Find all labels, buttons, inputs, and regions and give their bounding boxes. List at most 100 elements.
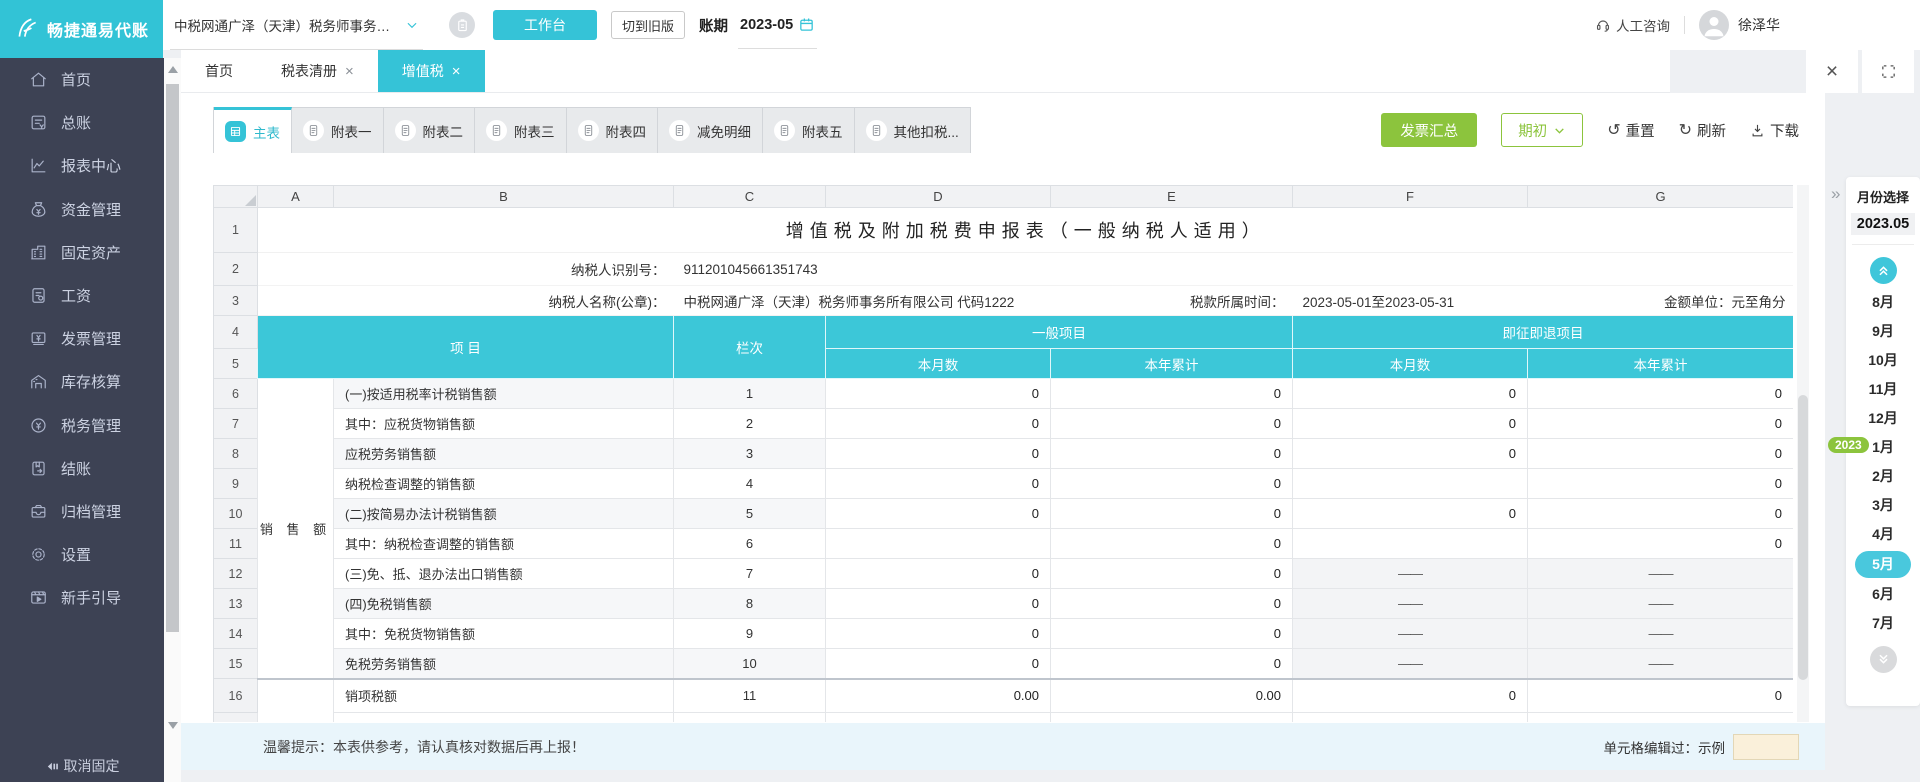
- group-label-sales[interactable]: 销 售 额: [257, 378, 334, 679]
- column-no-cell[interactable]: 1: [673, 378, 826, 409]
- item-cell[interactable]: (三)免、抵、退办法出口销售额: [333, 558, 674, 589]
- app-logo[interactable]: 畅捷通易代账: [0, 0, 163, 58]
- tab-home[interactable]: 首页: [181, 50, 257, 92]
- column-header-D[interactable]: D: [825, 185, 1051, 208]
- value-cell[interactable]: 0: [825, 468, 1051, 499]
- sidebar-item-home[interactable]: 首页: [0, 58, 164, 101]
- calendar-icon[interactable]: [798, 16, 815, 33]
- sheet-tab-0[interactable]: 主表: [214, 107, 292, 153]
- column-header-F[interactable]: F: [1292, 185, 1528, 208]
- avatar[interactable]: [1699, 10, 1729, 40]
- row-number[interactable]: 2: [213, 252, 258, 286]
- month-item-7月[interactable]: 7月: [1846, 609, 1920, 638]
- refresh-button[interactable]: ↻ 刷新: [1679, 120, 1726, 141]
- taxpayer-name[interactable]: 中税网通广泽（天津）税务师事务所有限公司 代码1222: [673, 285, 1051, 316]
- reset-button[interactable]: ↺ 重置: [1607, 120, 1654, 141]
- sidebar-item-guide[interactable]: 新手引导: [0, 576, 164, 619]
- column-no-cell[interactable]: 7: [673, 558, 826, 589]
- sidebar-item-reports[interactable]: 报表中心: [0, 144, 164, 187]
- header-column-no[interactable]: 栏次: [673, 315, 826, 379]
- sidebar-scrollbar[interactable]: [164, 58, 181, 782]
- months-scroll-up-button[interactable]: [1869, 257, 1897, 284]
- taxpayer-id-label[interactable]: 纳税人识别号：: [333, 252, 674, 286]
- item-cell[interactable]: 其中：应税货物销售额: [333, 408, 674, 439]
- row-number[interactable]: 3: [213, 285, 258, 316]
- value-cell[interactable]: ——: [1292, 588, 1528, 619]
- month-item-6月[interactable]: 6月: [1846, 580, 1920, 609]
- current-period[interactable]: 2023.05: [1851, 213, 1915, 235]
- column-no-cell[interactable]: 5: [673, 498, 826, 529]
- value-cell[interactable]: ——: [1527, 618, 1793, 649]
- value-cell[interactable]: ——: [1292, 618, 1528, 649]
- value-cell[interactable]: 0: [1292, 408, 1528, 439]
- item-cell[interactable]: 免税劳务销售额: [333, 648, 674, 679]
- item-cell[interactable]: 销项税额: [333, 677, 674, 713]
- value-cell[interactable]: 0: [1527, 498, 1793, 529]
- invoice-summary-button[interactable]: 发票汇总: [1381, 113, 1478, 147]
- sheet-tab-6[interactable]: 附表五: [763, 107, 855, 153]
- column-no-cell[interactable]: 6: [673, 528, 826, 559]
- header-general[interactable]: 一般项目: [825, 315, 1293, 349]
- value-cell[interactable]: ——: [1292, 648, 1528, 679]
- months-scroll-down-button[interactable]: [1869, 646, 1897, 673]
- value-cell[interactable]: 0.00: [1050, 677, 1293, 713]
- value-cell[interactable]: 0: [1527, 378, 1793, 409]
- unit-label[interactable]: 金额单位：元至角分: [1527, 285, 1793, 316]
- row-number[interactable]: 9: [213, 468, 258, 499]
- column-no-cell[interactable]: 8: [673, 588, 826, 619]
- month-item-3月[interactable]: 3月: [1846, 491, 1920, 520]
- sheet-scrollbar-thumb[interactable]: [1798, 395, 1808, 680]
- value-cell[interactable]: 0: [1527, 408, 1793, 439]
- row-number[interactable]: 7: [213, 408, 258, 439]
- value-cell[interactable]: 0: [1050, 648, 1293, 679]
- value-cell[interactable]: 0: [1050, 408, 1293, 439]
- month-item-5月[interactable]: 5月: [1855, 551, 1911, 578]
- value-cell[interactable]: 0.00: [825, 677, 1051, 713]
- sidebar-item-salary[interactable]: 工资: [0, 274, 164, 317]
- column-no-cell[interactable]: 3: [673, 438, 826, 469]
- period-init-button[interactable]: 期初: [1501, 113, 1584, 147]
- record-badge-icon[interactable]: [449, 12, 475, 38]
- value-cell[interactable]: 0: [825, 618, 1051, 649]
- support-link[interactable]: 人工咨询: [1595, 15, 1670, 35]
- month-item-12月[interactable]: 12月: [1846, 404, 1920, 433]
- download-button[interactable]: 下载: [1750, 120, 1799, 141]
- sheet-tab-2[interactable]: 附表二: [383, 107, 475, 153]
- panel-collapse-icon[interactable]: »: [1831, 184, 1840, 204]
- value-cell[interactable]: 0: [825, 648, 1051, 679]
- header-item[interactable]: 项 目: [257, 315, 674, 379]
- row-number[interactable]: 11: [213, 528, 258, 559]
- value-cell[interactable]: 0: [1292, 677, 1528, 713]
- item-cell[interactable]: (四)免税销售额: [333, 588, 674, 619]
- sidebar-scrollbar-thumb[interactable]: [166, 84, 179, 632]
- value-cell[interactable]: 0: [1050, 438, 1293, 469]
- sidebar-item-archive[interactable]: 归档管理: [0, 490, 164, 533]
- sheet-scrollbar[interactable]: [1797, 185, 1809, 722]
- sheet-corner[interactable]: [213, 185, 258, 208]
- sidebar-item-ledger[interactable]: 总账: [0, 101, 164, 144]
- unpin-button[interactable]: 取消固定: [0, 754, 164, 778]
- tax-period-label[interactable]: 税款所属时间：: [1050, 285, 1293, 316]
- column-header-A[interactable]: A: [257, 185, 334, 208]
- switch-old-version-button[interactable]: 切到旧版: [611, 11, 686, 39]
- value-cell[interactable]: 0: [1292, 438, 1528, 469]
- scroll-down-arrow-icon[interactable]: [168, 722, 178, 729]
- month-item-11月[interactable]: 11月: [1846, 375, 1920, 404]
- sheet-tab-3[interactable]: 附表三: [475, 107, 567, 153]
- value-cell[interactable]: 0: [825, 588, 1051, 619]
- value-cell[interactable]: 0: [1050, 378, 1293, 409]
- form-title[interactable]: 增值税及附加税费申报表（一般纳税人适用）: [257, 207, 1793, 253]
- value-cell[interactable]: 0: [1050, 468, 1293, 499]
- sheet-tab-5[interactable]: 减免明细: [658, 107, 763, 153]
- value-cell[interactable]: [1292, 528, 1528, 559]
- item-cell[interactable]: 纳税检查调整的销售额: [333, 468, 674, 499]
- item-cell[interactable]: (一)按适用税率计税销售额: [333, 378, 674, 409]
- item-cell[interactable]: 应税劳务销售额: [333, 438, 674, 469]
- close-tab-icon[interactable]: ×: [452, 63, 461, 80]
- value-cell[interactable]: 0: [1050, 618, 1293, 649]
- row-number[interactable]: 14: [213, 618, 258, 649]
- sheet-tab-4[interactable]: 附表四: [566, 107, 658, 153]
- column-no-cell[interactable]: 9: [673, 618, 826, 649]
- close-tab-icon[interactable]: ×: [345, 63, 354, 80]
- value-cell[interactable]: ——: [1527, 558, 1793, 589]
